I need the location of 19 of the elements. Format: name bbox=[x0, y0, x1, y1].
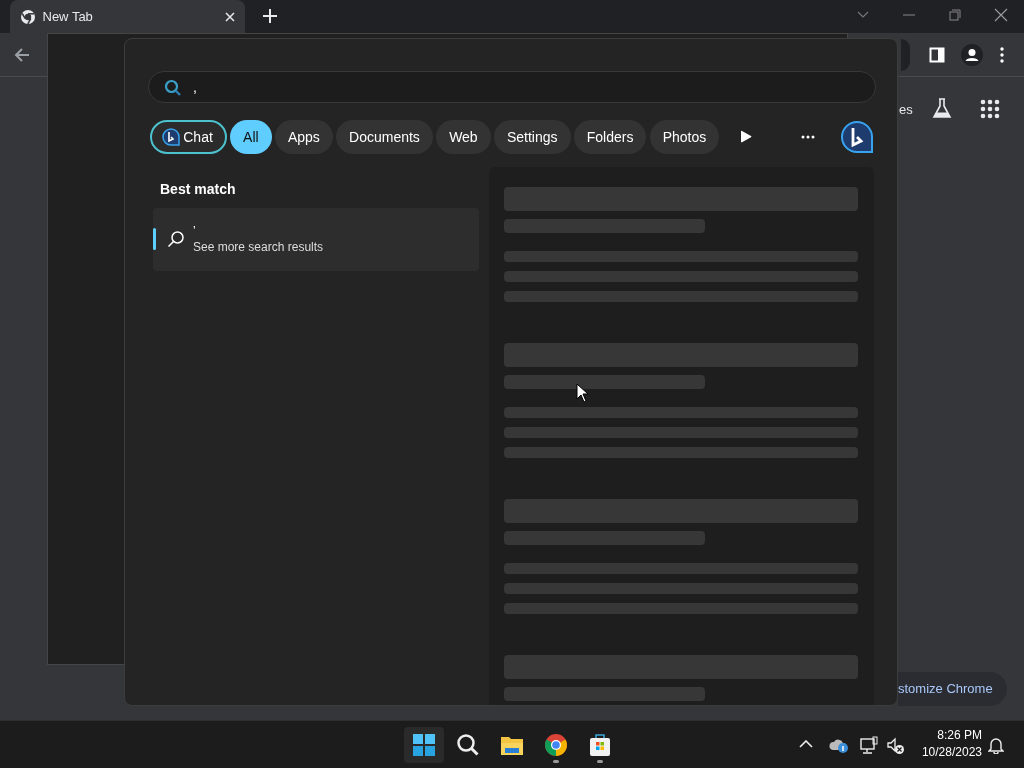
filter-tab[interactable]: All bbox=[230, 120, 272, 154]
filter-tab[interactable]: Photos bbox=[649, 120, 720, 154]
filter-tab[interactable]: Chat bbox=[150, 120, 227, 154]
browser-tab[interactable]: New Tab bbox=[10, 0, 245, 33]
result-title: ’ bbox=[193, 223, 197, 238]
link-text[interactable]: es bbox=[899, 100, 913, 120]
filter-tab[interactable]: Documents bbox=[336, 120, 433, 154]
filter-tab[interactable]: Apps bbox=[274, 120, 333, 154]
section-heading: Best match bbox=[160, 180, 236, 199]
filter-tab[interactable]: Web bbox=[436, 120, 491, 154]
customize-chrome-button[interactable]: stomize Chrome bbox=[898, 672, 1007, 706]
result-subtitle: See more search results bbox=[193, 238, 325, 256]
search-result[interactable]: ’ See more search results bbox=[153, 208, 479, 271]
tab-title: New Tab bbox=[42, 7, 94, 26]
filter-tab[interactable]: Settings bbox=[493, 120, 571, 154]
clock-date[interactable]: 10/28/2023 bbox=[916, 744, 982, 761]
search-field[interactable]: , bbox=[148, 71, 876, 103]
filter-tab[interactable]: Folders bbox=[573, 120, 647, 154]
clock-time[interactable]: 8:26 PM bbox=[916, 727, 982, 744]
